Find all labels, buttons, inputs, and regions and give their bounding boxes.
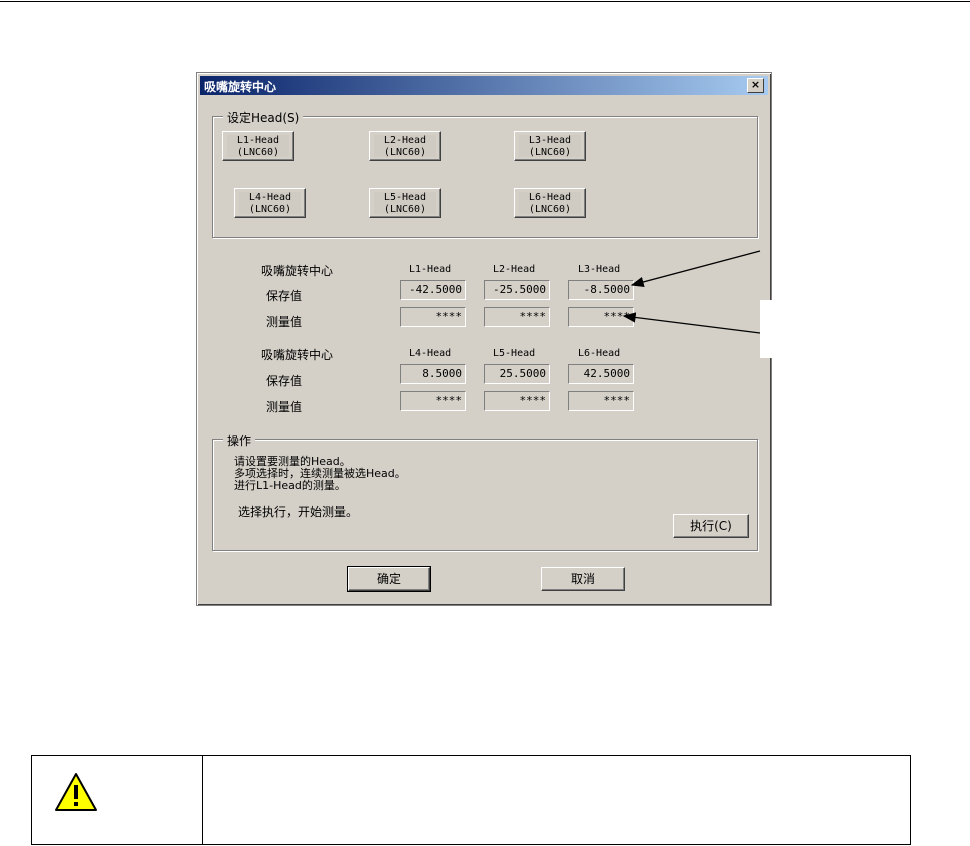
head-button-sub: (LNC60) (383, 204, 427, 215)
head-button-name: L4-Head (248, 192, 292, 203)
title-bar[interactable]: 吸嘴旋转中心 × (200, 76, 768, 95)
head-button-sub: (LNC60) (248, 204, 292, 215)
center-title-2: 吸嘴旋转中心 (261, 348, 334, 362)
ok-button[interactable]: 确定 (347, 566, 431, 592)
measured-value-l1: **** (400, 307, 466, 327)
head-select-legend: 设定Head(S) (223, 109, 304, 126)
measured-value-l6: **** (568, 391, 634, 411)
cancel-button[interactable]: 取消 (541, 567, 625, 591)
warning-triangle-icon (55, 773, 97, 811)
saved-value-l3: -8.5000 (568, 280, 634, 300)
head-select-group: 设定Head(S) L1-Head (LNC60) L2-Head (LNC60… (212, 109, 758, 238)
col-header-l2: L2-Head (493, 264, 536, 275)
saved-value-l2: -25.5000 (484, 280, 550, 300)
col-header-l1: L1-Head (409, 264, 452, 275)
head-button-name: L3-Head (528, 135, 572, 146)
measured-label-2: 测量值 (266, 400, 303, 414)
close-button[interactable]: × (747, 78, 764, 93)
saved-value-l1: -42.5000 (400, 280, 466, 300)
head-button-l3[interactable]: L3-Head (LNC60) (514, 131, 586, 161)
operation-legend: 操作 (223, 432, 256, 449)
head-button-sub: (LNC60) (236, 147, 280, 158)
measured-value-l4: **** (400, 391, 466, 411)
head-button-l4[interactable]: L4-Head (LNC60) (234, 188, 306, 218)
saved-value-l4: 8.5000 (400, 364, 466, 384)
head-button-l5[interactable]: L5-Head (LNC60) (369, 188, 441, 218)
col-header-l5: L5-Head (493, 348, 536, 359)
head-button-l6[interactable]: L6-Head (LNC60) (514, 188, 586, 218)
head-button-sub: (LNC60) (528, 204, 572, 215)
top-rule (0, 1, 970, 2)
operation-line-3: 进行L1-Head的测量。 (234, 479, 346, 492)
col-header-l6: L6-Head (578, 348, 621, 359)
operation-hint: 选择执行，开始测量。 (238, 505, 359, 519)
col-header-l4: L4-Head (409, 348, 452, 359)
head-button-name: L2-Head (383, 135, 427, 146)
measured-value-l5: **** (484, 391, 550, 411)
dialog-title: 吸嘴旋转中心 (204, 80, 277, 94)
col-header-l3: L3-Head (578, 264, 621, 275)
nozzle-rotation-center-dialog: 吸嘴旋转中心 × 设定Head(S) L1-Head (LNC60) L2-He… (196, 72, 772, 606)
caution-divider (202, 756, 203, 844)
head-button-sub: (LNC60) (528, 147, 572, 158)
head-button-name: L1-Head (236, 135, 280, 146)
head-button-l1[interactable]: L1-Head (LNC60) (222, 131, 294, 161)
head-button-sub: (LNC60) (383, 147, 427, 158)
saved-value-l5: 25.5000 (484, 364, 550, 384)
center-title-1: 吸嘴旋转中心 (261, 264, 334, 278)
execute-button[interactable]: 执行(C) (673, 514, 749, 538)
head-button-name: L6-Head (528, 192, 572, 203)
measured-label-1: 测量值 (266, 315, 303, 329)
saved-label-1: 保存值 (266, 289, 303, 303)
head-button-l2[interactable]: L2-Head (LNC60) (369, 131, 441, 161)
callout-box (760, 300, 772, 358)
measured-value-l2: **** (484, 307, 550, 327)
caution-table (31, 755, 911, 845)
saved-label-2: 保存值 (266, 374, 303, 388)
operation-group: 操作 请设置要测量的Head。 多项选择时，连续测量被选Head。 进行L1-H… (212, 432, 758, 551)
measured-value-l3: **** (568, 307, 634, 327)
saved-value-l6: 42.5000 (568, 364, 634, 384)
head-button-name: L5-Head (383, 192, 427, 203)
